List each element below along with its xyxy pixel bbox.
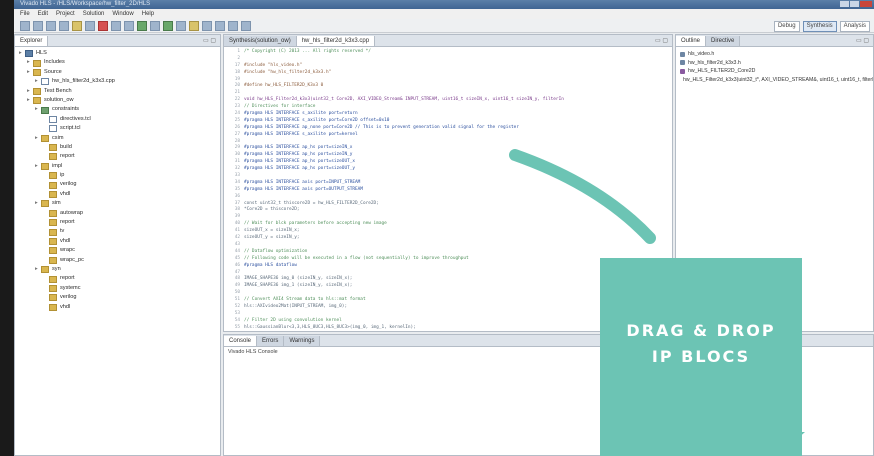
callout-notch (751, 432, 805, 456)
callout-line-2: IP BLOCS (651, 347, 751, 366)
callout-line-1: DRAG & DROP (626, 321, 776, 340)
screenshot-frame: Vivado HLS - /HLS/Workspace/hw_filter_2D… (0, 0, 874, 456)
arrow-curve (509, 149, 656, 244)
drag-drop-callout: DRAG & DROP IP BLOCS (600, 258, 805, 456)
callout-text: DRAG & DROP IP BLOCS (600, 318, 802, 370)
